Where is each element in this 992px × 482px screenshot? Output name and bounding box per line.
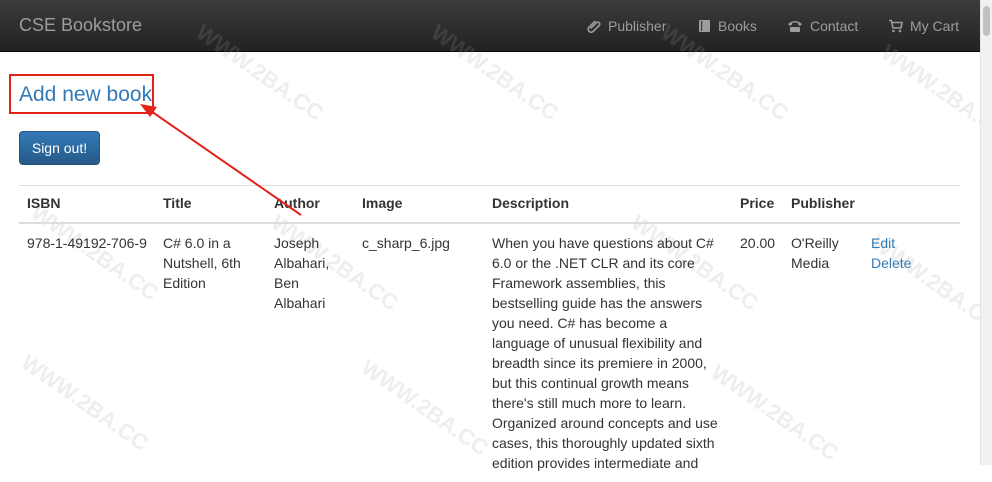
cell-title: C# 6.0 in a Nutshell, 6th Edition (155, 222, 266, 482)
watermark-text: WWW.2BA.CC (876, 39, 992, 146)
cell-description: When you have questions about C# 6.0 or … (484, 222, 732, 482)
shopping-cart-icon (888, 19, 903, 33)
table-row: 978-1-49192-706-9 C# 6.0 in a Nutshell, … (19, 222, 960, 482)
column-header-isbn: ISBN (19, 185, 155, 224)
books-table: ISBN Title Author Image Description Pric… (19, 185, 960, 482)
scrollbar-thumb[interactable] (983, 6, 990, 36)
column-header-publisher: Publisher (783, 185, 863, 224)
cell-image: c_sharp_6.jpg (354, 222, 484, 482)
nav-publisher-label: Publisher (608, 18, 667, 34)
cell-actions: Edit Delete (863, 222, 960, 482)
navbar: CSE Bookstore Publisher Books Contact My… (0, 0, 992, 52)
edit-link[interactable]: Edit (871, 235, 895, 251)
cell-isbn: 978-1-49192-706-9 (19, 222, 155, 482)
vertical-scrollbar[interactable] (980, 0, 992, 465)
book-icon (698, 19, 711, 33)
column-header-description: Description (484, 185, 732, 224)
column-header-price: Price (732, 185, 783, 224)
nav-cart[interactable]: My Cart (888, 17, 959, 35)
table-header-row: ISBN Title Author Image Description Pric… (19, 185, 960, 224)
column-header-image: Image (354, 185, 484, 224)
annotation-highlight-box (9, 74, 154, 114)
column-header-author: Author (266, 185, 354, 224)
nav-cart-label: My Cart (910, 18, 959, 34)
paperclip-icon (587, 19, 601, 33)
phone-icon (787, 19, 803, 33)
cell-author: Joseph Albahari, Ben Albahari (266, 222, 354, 482)
delete-link[interactable]: Delete (871, 255, 911, 271)
column-header-title: Title (155, 185, 266, 224)
nav-contact-label: Contact (810, 18, 859, 34)
brand-link[interactable]: CSE Bookstore (19, 15, 142, 35)
nav-publisher[interactable]: Publisher (587, 17, 666, 35)
cell-publisher: O'Reilly Media (783, 222, 863, 482)
nav-books-label: Books (718, 18, 757, 34)
nav-books[interactable]: Books (698, 17, 757, 35)
column-header-actions (863, 185, 960, 224)
cell-price: 20.00 (732, 222, 783, 482)
sign-out-button[interactable]: Sign out! (19, 131, 100, 165)
nav-contact[interactable]: Contact (787, 17, 858, 35)
